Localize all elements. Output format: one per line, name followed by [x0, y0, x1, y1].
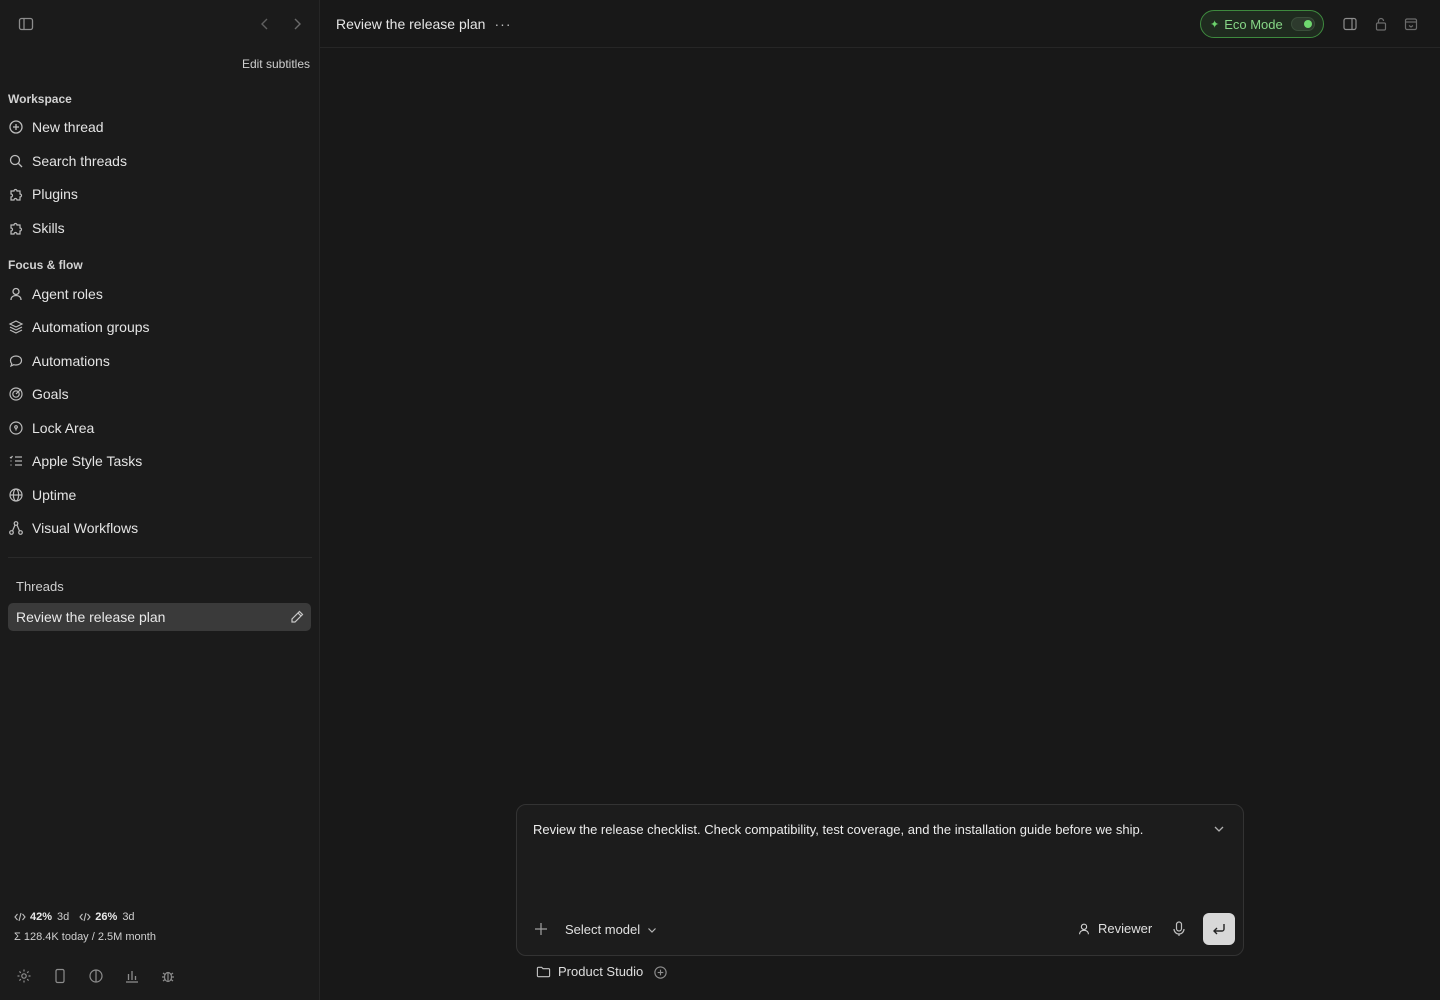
- usage-metric-2-period: 3d: [122, 911, 135, 923]
- switch-knob: [1304, 20, 1312, 28]
- sidebar-item-label: New thread: [32, 119, 104, 135]
- sidebar-item-label: Uptime: [32, 487, 77, 503]
- folder-icon: [536, 964, 551, 979]
- sidebar-item-label: Goals: [32, 386, 69, 402]
- sidebar-item-label: Apple Style Tasks: [32, 453, 143, 469]
- sidebar-item-label: Search threads: [32, 153, 127, 169]
- thread-item-label: Review the release plan: [16, 609, 166, 625]
- sidebar-toolbar: [0, 0, 320, 48]
- toggle-sidebar-icon[interactable]: [18, 16, 34, 32]
- message-composer: Review the release checklist. Check comp…: [516, 804, 1244, 956]
- token-usage: Σ 128.4K today / 2.5M month: [14, 931, 156, 943]
- sidebar-item-automation-groups[interactable]: Automation groups: [0, 312, 312, 342]
- usage-limits: 42% 3d 26% 3d: [14, 911, 135, 923]
- sidebar-item-automations[interactable]: Automations: [0, 346, 312, 376]
- sidebar-item-label: Agent roles: [32, 286, 103, 302]
- back-arrow-icon[interactable]: [257, 16, 273, 32]
- sidebar-item-label: Lock Area: [32, 420, 95, 436]
- mobile-icon[interactable]: [50, 966, 70, 986]
- focus-section-label: Focus & flow: [8, 258, 83, 272]
- thread-item[interactable]: Review the release plan: [8, 603, 311, 631]
- workspace-section-label: Workspace: [8, 92, 72, 106]
- sidebar-item-uptime[interactable]: Uptime: [0, 480, 312, 510]
- page-title: Review the release plan: [336, 16, 486, 32]
- puzzle-icon: [8, 220, 24, 236]
- sidebar: Edit subtitles Workspace New thread Sear…: [0, 0, 320, 1000]
- more-options-icon[interactable]: ···: [492, 14, 514, 34]
- sidebar-item-search-threads[interactable]: Search threads: [0, 146, 312, 176]
- user-icon: [8, 286, 24, 302]
- eco-mode-label: Eco Mode: [1224, 16, 1283, 32]
- archive-icon[interactable]: [1403, 16, 1419, 32]
- sidebar-divider: [8, 557, 312, 558]
- code-icon: [14, 911, 26, 923]
- sidebar-item-skills[interactable]: Skills: [0, 213, 312, 243]
- model-select-label: Select model: [565, 922, 641, 937]
- globe-icon: [8, 487, 24, 503]
- agent-role-select[interactable]: Reviewer: [1077, 921, 1152, 936]
- search-icon: [8, 153, 24, 169]
- top-bar: Review the release plan ··· ✦ Eco Mode: [320, 0, 1440, 48]
- bug-icon[interactable]: [158, 966, 178, 986]
- chevron-down-icon[interactable]: [1211, 821, 1227, 837]
- sidebar-item-new-thread[interactable]: New thread: [0, 112, 312, 142]
- user-icon: [1077, 922, 1091, 936]
- puzzle-icon: [8, 186, 24, 202]
- plus-circle-icon: [8, 119, 24, 135]
- sidebar-item-apple-style-tasks[interactable]: Apple Style Tasks: [0, 446, 312, 476]
- main-panel: Review the release plan ··· ✦ Eco Mode R…: [320, 0, 1440, 1000]
- target-icon: [8, 386, 24, 402]
- sidebar-item-label: Plugins: [32, 186, 78, 202]
- sidebar-item-plugins[interactable]: Plugins: [0, 179, 312, 209]
- usage-metric-1-period: 3d: [57, 911, 70, 923]
- split-view-icon[interactable]: [86, 966, 106, 986]
- app-window: Edit subtitles Workspace New thread Sear…: [0, 0, 1440, 1000]
- microphone-icon[interactable]: [1171, 920, 1187, 938]
- sidebar-item-lock-area[interactable]: Lock Area: [0, 413, 312, 443]
- sidebar-item-label: Automation groups: [32, 319, 150, 335]
- forward-arrow-icon[interactable]: [289, 16, 305, 32]
- usage-metric-2-percent: 26%: [95, 911, 118, 923]
- project-selector[interactable]: Product Studio: [536, 964, 643, 979]
- sidebar-item-goals[interactable]: Goals: [0, 379, 312, 409]
- return-arrow-icon: [1211, 921, 1227, 937]
- send-button[interactable]: [1203, 913, 1235, 945]
- sparkle-icon: ✦: [1210, 18, 1220, 31]
- sidebar-item-visual-workflows[interactable]: Visual Workflows: [0, 513, 312, 543]
- workflow-icon: [8, 520, 24, 536]
- usage-metric-1-percent: 42%: [30, 911, 53, 923]
- panel-toggle-icon[interactable]: [1342, 16, 1358, 32]
- lock-icon[interactable]: [1373, 16, 1389, 32]
- chat-bubble-icon: [8, 353, 24, 369]
- chevron-down-icon: [646, 924, 658, 936]
- add-project-icon[interactable]: [653, 965, 668, 980]
- sidebar-footer-toolbar: [14, 966, 194, 986]
- edit-pencil-icon[interactable]: [289, 609, 305, 625]
- list-icon: [8, 453, 24, 469]
- eco-mode-toggle[interactable]: ✦ Eco Mode: [1200, 10, 1324, 38]
- sidebar-item-label: Automations: [32, 353, 110, 369]
- sidebar-item-label: Skills: [32, 220, 65, 236]
- token-usage-text: Σ 128.4K today / 2.5M month: [14, 931, 156, 943]
- sidebar-item-agent-roles[interactable]: Agent roles: [0, 279, 312, 309]
- prompt-input[interactable]: Review the release checklist. Check comp…: [533, 822, 1193, 837]
- add-attachment-icon[interactable]: [533, 921, 549, 937]
- gear-icon[interactable]: [14, 966, 34, 986]
- edit-subtitles-link[interactable]: Edit subtitles: [242, 57, 310, 71]
- project-label: Product Studio: [558, 964, 644, 979]
- code-icon: [79, 911, 91, 923]
- sidebar-item-label: Visual Workflows: [32, 520, 139, 536]
- agent-role-label: Reviewer: [1098, 921, 1153, 936]
- layers-icon: [8, 319, 24, 335]
- eco-mode-switch[interactable]: [1291, 17, 1315, 31]
- lock-circle-icon: [8, 420, 24, 436]
- model-select[interactable]: Select model: [565, 922, 658, 937]
- bar-chart-icon[interactable]: [122, 966, 142, 986]
- threads-section-label: Threads: [16, 579, 64, 594]
